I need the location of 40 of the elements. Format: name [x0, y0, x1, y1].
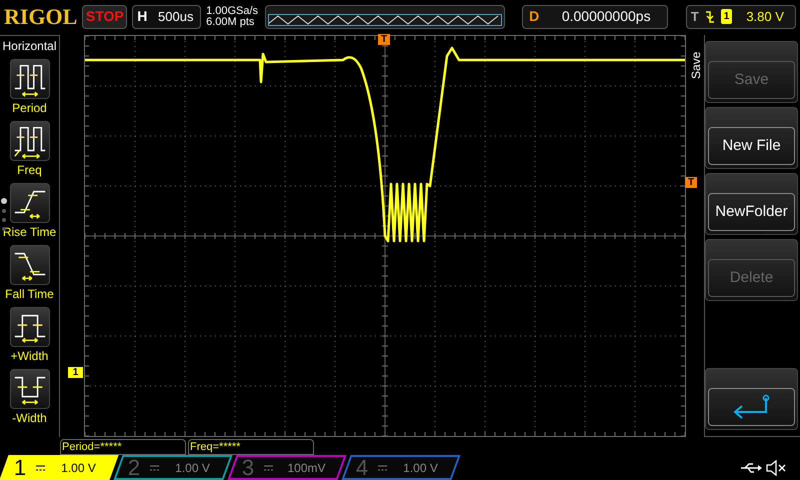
measurement-readout: Period=*****: [60, 439, 186, 455]
measure-label: Period: [12, 100, 47, 117]
measure-label: Fall Time: [5, 286, 54, 303]
channel-tab[interactable]: 3 100mV: [227, 455, 347, 480]
channel-tab[interactable]: 1 1.00 V: [0, 455, 119, 480]
speaker-muted-icon: [766, 460, 786, 476]
trigger-position-marker: T: [378, 34, 390, 45]
trigger-level-marker: T: [685, 177, 697, 188]
channel-tab[interactable]: 2 1.00 V: [113, 455, 233, 480]
memory-depth: 6.00M pts: [206, 16, 256, 28]
usb-icon: [740, 462, 762, 474]
measure-label: Rise Time: [2, 224, 56, 241]
channel-marker: 1: [68, 367, 83, 378]
sample-rate: 1.00GSa/s: [206, 6, 260, 16]
run-state-indicator[interactable]: STOP: [82, 4, 128, 28]
measurement-readout: Freq=*****: [188, 439, 314, 455]
trigger-display: T 1 3.80 V: [686, 4, 796, 28]
sidebar-title: Horizontal: [2, 38, 57, 55]
measure-label: -Width: [12, 410, 47, 427]
back-button[interactable]: [705, 368, 798, 430]
measure-button[interactable]: [10, 245, 50, 285]
delay-display: D 0.00000000ps: [522, 4, 668, 28]
menu-title: Save: [688, 50, 704, 79]
softkey-button[interactable]: New File: [705, 107, 798, 169]
brand-logo: RIGOL: [4, 3, 78, 31]
dc-coupling-icon: [264, 464, 273, 470]
measure-button[interactable]: [10, 183, 50, 223]
measure-button[interactable]: [10, 121, 50, 161]
measure-button[interactable]: [10, 59, 50, 99]
horizontal-scale-display: H 500us: [132, 4, 202, 28]
measure-label: +Width: [10, 348, 48, 365]
dc-coupling-icon: [36, 464, 45, 470]
falling-edge-icon: [704, 10, 715, 24]
dc-coupling-icon: [378, 464, 387, 470]
softkey-button[interactable]: NewFolder: [705, 173, 798, 235]
dc-coupling-icon: [150, 464, 159, 470]
measure-button[interactable]: [10, 307, 50, 347]
channel-tab[interactable]: 4 1.00 V: [341, 455, 461, 480]
measure-label: Freq: [17, 162, 42, 179]
measure-button[interactable]: [10, 369, 50, 409]
